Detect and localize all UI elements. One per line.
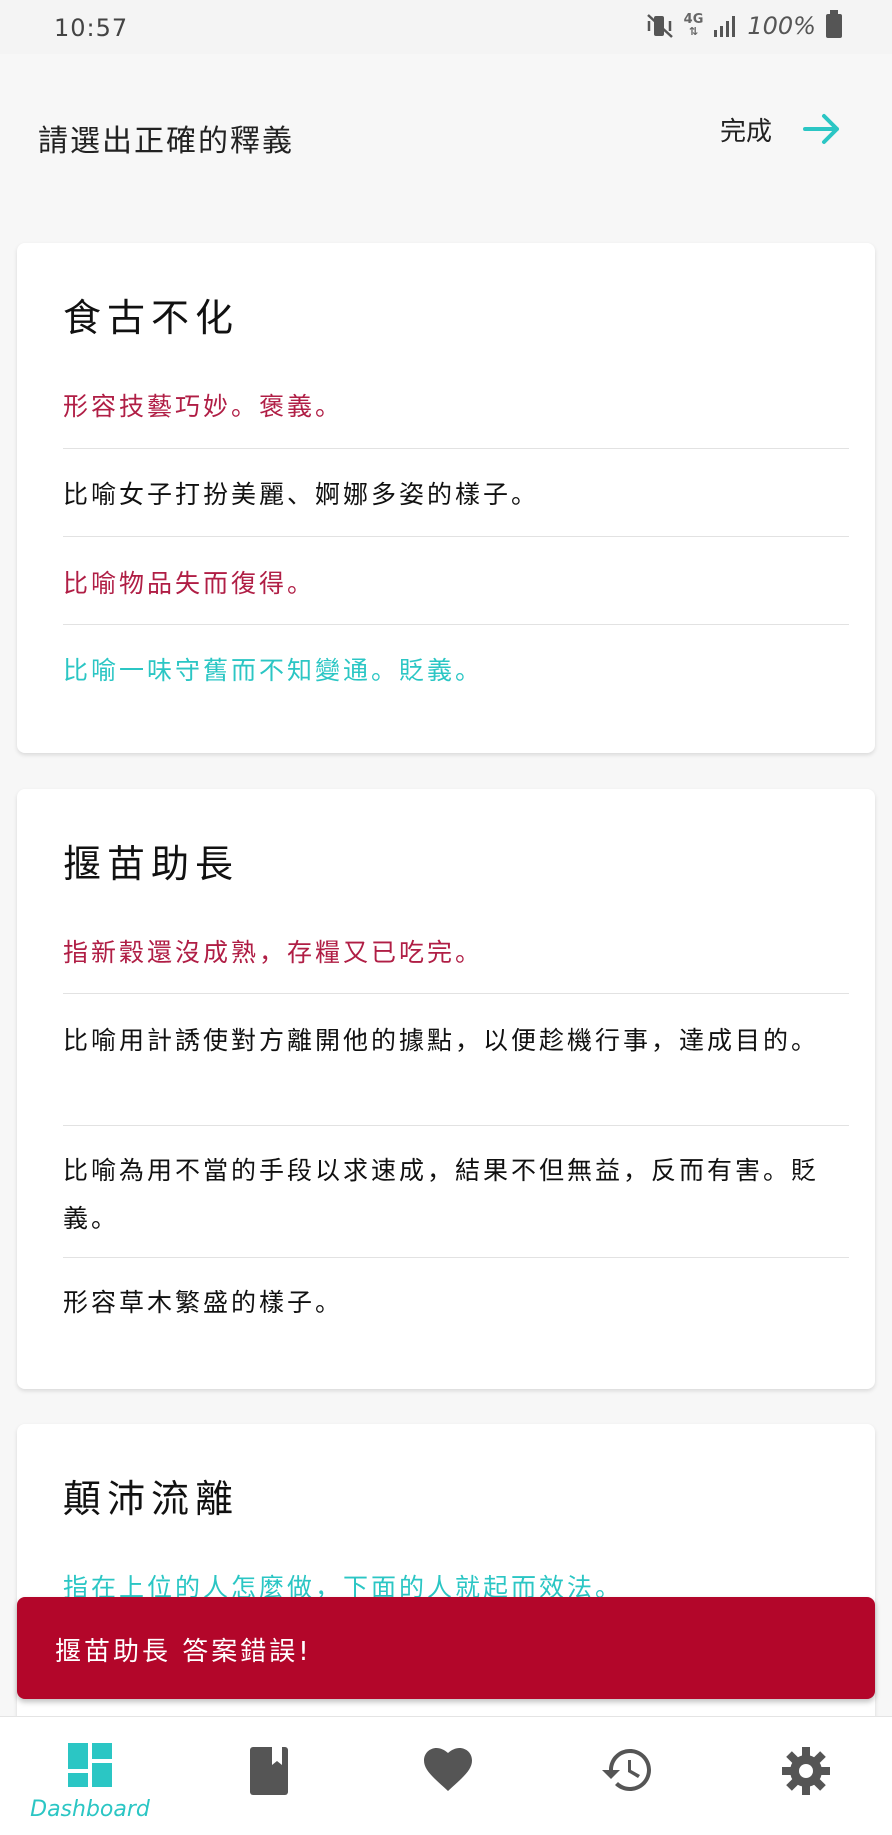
- page-title: 請選出正確的釋義: [38, 124, 294, 159]
- question-card: 食古不化 形容技藝巧妙。褒義。 比喻女子打扮美麗、婀娜多姿的樣子。 比喻物品失而…: [17, 243, 875, 753]
- mute-vibrate-icon: [646, 14, 673, 38]
- error-toast: 揠苗助長 答案錯誤!: [17, 1597, 875, 1699]
- divider: [63, 1125, 849, 1126]
- nav-history[interactable]: [538, 1717, 716, 1835]
- option-item[interactable]: 比喻物品失而復得。: [63, 560, 849, 608]
- header: 請選出正確的釋義 完成: [0, 54, 892, 214]
- option-item[interactable]: 形容技藝巧妙。褒義。: [63, 383, 849, 431]
- option-item[interactable]: 比喻一味守舊而不知變通。貶義。: [63, 647, 849, 695]
- nav-label-dashboard: Dashboard: [30, 1797, 150, 1822]
- signal-icon: [714, 16, 736, 37]
- done-label: 完成: [719, 116, 772, 147]
- book-icon: [250, 1747, 288, 1795]
- option-item[interactable]: 形容草木繁盛的樣子。: [63, 1279, 849, 1327]
- toast-message: 揠苗助長 答案錯誤!: [55, 1637, 312, 1667]
- nav-book[interactable]: [180, 1717, 358, 1835]
- network-indicator: 4G ⇅: [683, 12, 704, 38]
- idiom-title: 食古不化: [63, 296, 240, 340]
- idiom-title: 揠苗助長: [63, 842, 240, 886]
- dashboard-icon: [68, 1743, 112, 1787]
- option-item[interactable]: 比喻用計誘使對方離開他的據點，以便趁機行事，達成目的。: [63, 1017, 849, 1065]
- heart-icon: [424, 1748, 472, 1791]
- battery-percent: 100%: [747, 12, 816, 40]
- bottom-nav: Dashboard: [0, 1716, 892, 1835]
- option-item[interactable]: 比喻女子打扮美麗、婀娜多姿的樣子。: [63, 471, 849, 519]
- divider: [63, 624, 849, 625]
- gear-icon: [782, 1747, 830, 1795]
- option-item[interactable]: 指新穀還沒成熟，存糧又已吃完。: [63, 929, 849, 977]
- nav-dashboard[interactable]: Dashboard: [1, 1717, 179, 1835]
- divider: [63, 993, 849, 994]
- nav-favorites[interactable]: [359, 1717, 537, 1835]
- divider: [63, 536, 849, 537]
- idiom-title: 顛沛流離: [63, 1477, 240, 1521]
- history-icon: [602, 1749, 651, 1791]
- option-item[interactable]: 比喻為用不當的手段以求速成，結果不但無益，反而有害。貶義。: [63, 1147, 849, 1243]
- question-card: 揠苗助長 指新穀還沒成熟，存糧又已吃完。 比喻用計誘使對方離開他的據點，以便趁機…: [17, 789, 875, 1389]
- divider: [63, 1257, 849, 1258]
- done-button[interactable]: 完成: [720, 109, 842, 149]
- divider: [63, 448, 849, 449]
- status-time: 10:57: [54, 14, 129, 42]
- status-icons: 4G ⇅ 100%: [646, 10, 842, 40]
- battery-icon: [826, 10, 842, 38]
- status-bar: 10:57 4G ⇅ 100%: [0, 0, 892, 54]
- arrow-right-icon: [803, 114, 839, 144]
- nav-settings[interactable]: [717, 1717, 892, 1835]
